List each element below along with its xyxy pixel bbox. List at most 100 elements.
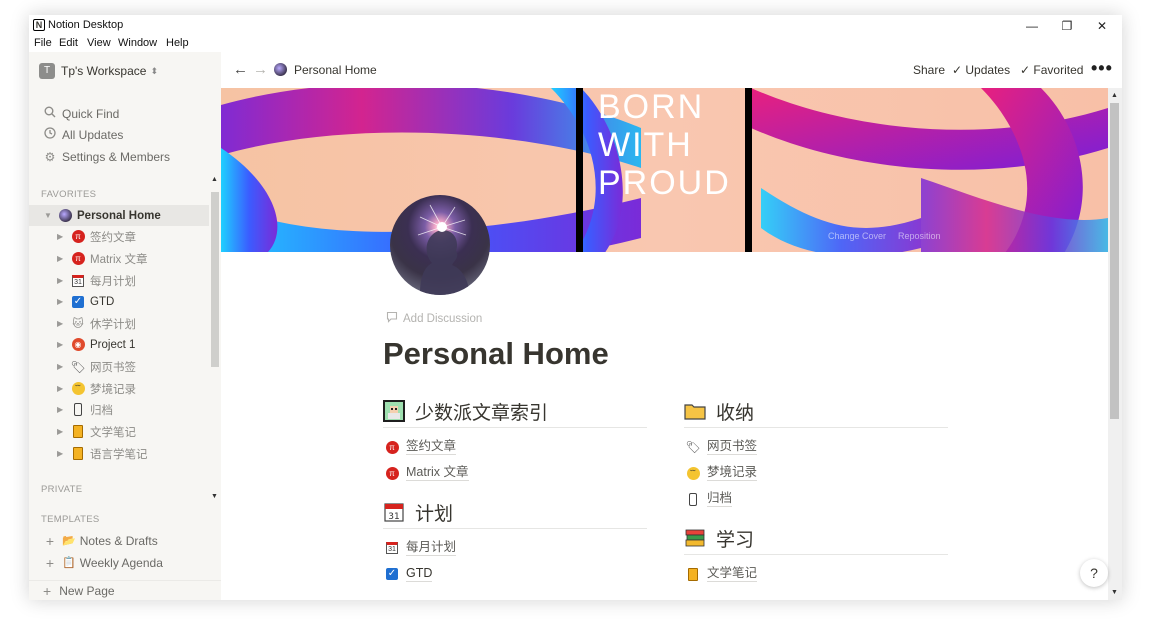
page-icon-avatar[interactable] — [390, 195, 490, 295]
change-cover-button[interactable]: Change Cover — [828, 231, 886, 241]
link-literature-notes[interactable]: 文学笔记 — [684, 561, 948, 587]
back-arrow-icon[interactable]: ← — [233, 61, 248, 78]
notebook-icon — [71, 447, 85, 461]
quick-find-label: Quick Find — [62, 106, 120, 121]
project-icon: ◉ — [71, 338, 85, 352]
scroll-up-icon[interactable]: ▲ — [211, 176, 218, 183]
sidebar-item-literature-notes[interactable]: ▶ 文学笔记 — [29, 421, 209, 442]
triangle-down-icon[interactable]: ▼ — [44, 211, 54, 220]
phone-icon — [71, 403, 85, 417]
scroll-down-icon[interactable]: ▼ — [211, 493, 218, 500]
folder-pen-icon: 📂 — [62, 535, 76, 547]
workspace-switcher[interactable]: T Tp's Workspace ⬍ — [39, 62, 158, 80]
menu-window[interactable]: Window — [118, 37, 157, 49]
template-weekly-agenda[interactable]: + 📋 Weekly Agenda — [29, 552, 221, 573]
private-label: PRIVATE — [41, 484, 83, 495]
heading-plan[interactable]: 31 计划 — [383, 496, 647, 529]
sidebar-item-project-1[interactable]: ▶ ◉ Project 1 — [29, 334, 209, 355]
forward-arrow-icon[interactable]: → — [253, 61, 268, 78]
workspace-badge: T — [39, 63, 55, 79]
link-signed-articles[interactable]: π 签约文章 — [383, 434, 647, 460]
breadcrumb[interactable]: Personal Home — [294, 63, 377, 77]
scroll-down-icon[interactable]: ▼ — [1111, 589, 1118, 596]
triangle-right-icon[interactable]: ▶ — [57, 384, 67, 393]
triangle-right-icon[interactable]: ▶ — [57, 362, 67, 371]
triangle-right-icon[interactable]: ▶ — [57, 319, 67, 328]
tag-icon: 🏷 — [685, 440, 701, 454]
updates-button[interactable]: ✓ Updates — [952, 63, 1010, 77]
window-title: Notion Desktop — [48, 19, 124, 31]
close-button[interactable]: ✕ — [1090, 17, 1114, 35]
settings-members[interactable]: ⚙ Settings & Members — [29, 146, 221, 167]
new-page-button[interactable]: + New Page — [29, 580, 221, 600]
sidebar-item-personal-home[interactable]: ▼ Personal Home — [29, 205, 209, 226]
triangle-right-icon[interactable]: ▶ — [57, 405, 67, 414]
share-button[interactable]: Share — [913, 63, 945, 77]
cat-icon: 🐱 — [72, 318, 84, 330]
workspace-name: Tp's Workspace — [61, 64, 147, 78]
link-gtd[interactable]: ✓ GTD — [383, 561, 647, 587]
heading-storage[interactable]: 收纳 — [684, 395, 948, 428]
sidebar-scrollbar-thumb[interactable] — [211, 192, 219, 367]
link-bookmarks[interactable]: 🏷 网页书签 — [684, 434, 948, 460]
link-monthly-plan[interactable]: 31 每月计划 — [383, 535, 647, 561]
sidebar-item-bookmarks[interactable]: ▶ 🏷 网页书签 — [29, 356, 209, 377]
triangle-right-icon[interactable]: ▶ — [57, 340, 67, 349]
triangle-right-icon[interactable]: ▶ — [57, 254, 67, 263]
notebook-icon — [71, 425, 85, 439]
tag-icon: 🏷 — [70, 359, 86, 374]
check-icon: ✓ — [1020, 63, 1034, 77]
heading-sspai-index[interactable]: 少数派文章索引 — [383, 395, 647, 428]
sidebar-item-label: Project 1 — [90, 338, 136, 351]
triangle-right-icon[interactable]: ▶ — [57, 232, 67, 241]
sidebar-item-monthly-plan[interactable]: ▶ 31 每月计划 — [29, 270, 209, 291]
favorited-button[interactable]: ✓ Favorited — [1020, 63, 1083, 77]
search-icon — [43, 106, 57, 121]
help-button[interactable]: ? — [1080, 559, 1108, 587]
quick-find[interactable]: Quick Find — [29, 103, 221, 124]
reposition-button[interactable]: Reposition — [898, 231, 941, 241]
heading-study[interactable]: 学习 — [684, 522, 948, 555]
triangle-right-icon[interactable]: ▶ — [57, 427, 67, 436]
menu-view[interactable]: View — [87, 37, 111, 49]
sidebar-item-gap-plan[interactable]: ▶ 🐱 休学计划 — [29, 313, 209, 334]
maximize-button[interactable]: ❐ — [1055, 17, 1079, 35]
more-options-icon[interactable]: ••• — [1091, 58, 1113, 79]
calendar-icon: 31 — [71, 274, 85, 288]
sidebar-item-label: Matrix 文章 — [90, 253, 148, 266]
sspai-icon: π — [385, 466, 399, 480]
scroll-up-icon[interactable]: ▲ — [1111, 92, 1118, 99]
sidebar-item-linguistics-notes[interactable]: ▶ 语言学笔记 — [29, 443, 209, 464]
minimize-button[interactable]: — — [1020, 17, 1044, 35]
menu-help[interactable]: Help — [166, 37, 189, 49]
books-icon — [684, 527, 706, 549]
add-discussion-button[interactable]: Add Discussion — [386, 311, 482, 326]
triangle-right-icon[interactable]: ▶ — [57, 276, 67, 285]
link-label: 网页书签 — [707, 439, 758, 455]
heading-label: 少数派文章索引 — [415, 402, 549, 424]
template-notes-drafts[interactable]: + 📂 Notes & Drafts — [29, 530, 221, 551]
sidebar-item-dream-log[interactable]: ▶ ˘˘ 梦境记录 — [29, 378, 209, 399]
sidebar-item-label: 签约文章 — [90, 231, 136, 244]
main-scrollbar-thumb[interactable] — [1110, 103, 1119, 419]
menu-file[interactable]: File — [34, 37, 52, 49]
page-title[interactable]: Personal Home — [383, 336, 609, 372]
triangle-right-icon[interactable]: ▶ — [57, 297, 67, 306]
sidebar-item-signed-articles[interactable]: ▶ π 签约文章 — [29, 226, 209, 247]
heading-label: 学习 — [716, 529, 755, 551]
all-updates-label: All Updates — [62, 127, 124, 142]
page-cover: BORN WITH PROUD Change Cover Reposition — [221, 88, 1108, 252]
sidebar-item-archive[interactable]: ▶ 归档 — [29, 399, 209, 420]
triangle-right-icon[interactable]: ▶ — [57, 449, 67, 458]
checkbox-icon: ✓ — [72, 295, 84, 308]
cover-title: BORN WITH PROUD — [598, 88, 731, 202]
sidebar-item-matrix-articles[interactable]: ▶ π Matrix 文章 — [29, 248, 209, 269]
sidebar-item-gtd[interactable]: ▶ ✓ GTD — [29, 291, 209, 312]
link-dream-log[interactable]: ˘˘ 梦境记录 — [684, 460, 948, 486]
all-updates[interactable]: All Updates — [29, 124, 221, 145]
menu-edit[interactable]: Edit — [59, 37, 78, 49]
title-bar: N Notion Desktop — ❐ ✕ — [29, 15, 1122, 37]
link-archive[interactable]: 归档 — [684, 486, 948, 512]
checkbox-icon: ✓ — [386, 568, 398, 580]
link-matrix-articles[interactable]: π Matrix 文章 — [383, 460, 647, 486]
